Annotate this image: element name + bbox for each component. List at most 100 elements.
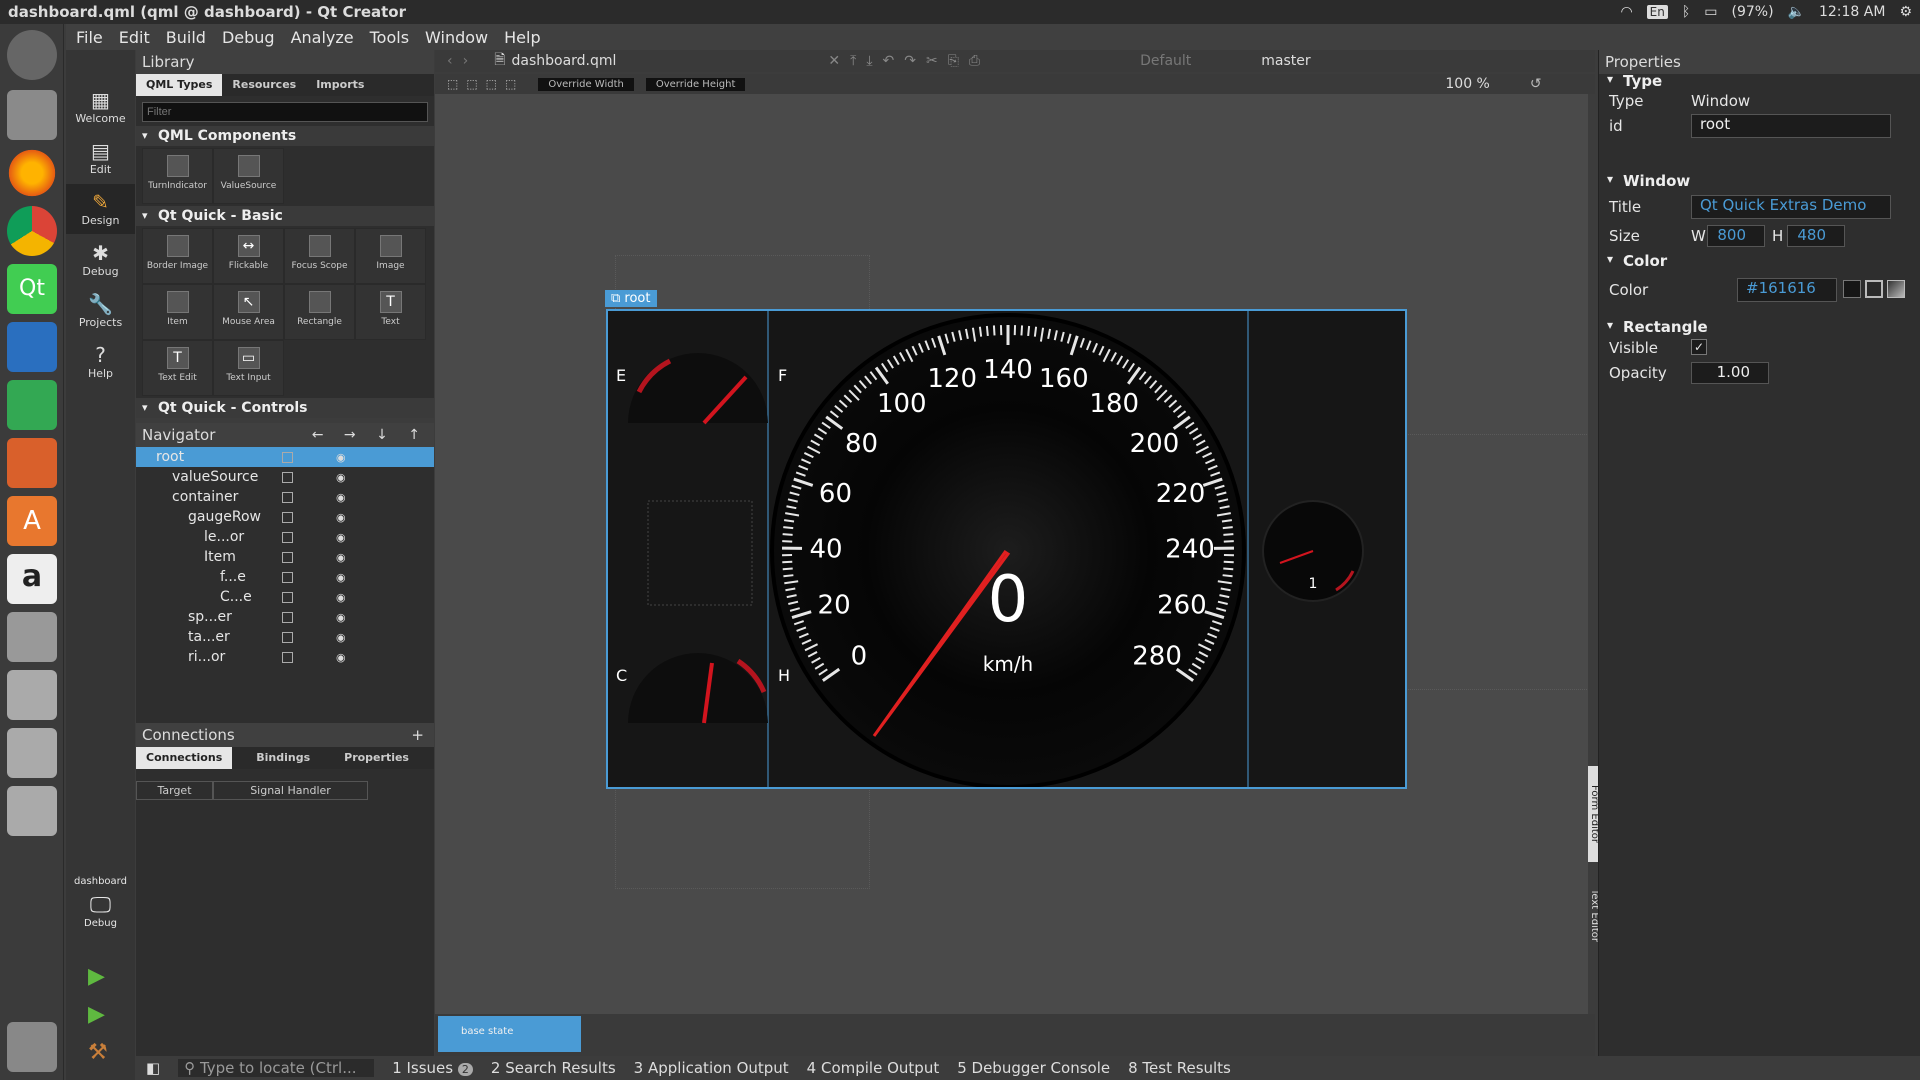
navigator-node[interactable]: ri...or ◉	[136, 647, 434, 667]
mode-edit[interactable]: ▤ Edit	[66, 133, 135, 183]
mode-welcome[interactable]: ▦ Welcome	[66, 82, 135, 132]
export-checkbox[interactable]	[282, 571, 293, 583]
visibility-eye-icon[interactable]: ◉	[336, 631, 346, 644]
export-checkbox[interactable]	[282, 491, 293, 503]
mode-projects[interactable]: 🔧 Projects	[66, 286, 135, 336]
menu-help[interactable]: Help	[504, 28, 540, 47]
solid-color-icon[interactable]	[1865, 280, 1883, 298]
pane-test-results[interactable]: 8 Test Results	[1128, 1059, 1231, 1077]
export-checkbox[interactable]	[282, 511, 293, 523]
navigator-node[interactable]: le...or ◉	[136, 527, 434, 547]
export-checkbox[interactable]	[282, 591, 293, 603]
branch-combo[interactable]: master	[1261, 53, 1310, 69]
export-checkbox[interactable]	[282, 611, 293, 623]
column-signal-handler[interactable]: Signal Handler	[213, 781, 368, 800]
section-qml-components[interactable]: QML Components	[136, 126, 434, 146]
mode-help[interactable]: ? Help	[66, 337, 135, 387]
width-spinbox[interactable]: 800	[1707, 225, 1765, 247]
library-item-rectangle[interactable]: Rectangle	[284, 284, 355, 340]
visible-checkbox[interactable]: ✓	[1691, 339, 1707, 355]
pane-search-results[interactable]: 2 Search Results	[491, 1059, 616, 1077]
title-field[interactable]: Qt Quick Extras Demo	[1691, 195, 1891, 219]
visibility-eye-icon[interactable]: ◉	[336, 491, 346, 504]
export-checkbox[interactable]	[282, 451, 293, 463]
form-tool-icons[interactable]: ⬚⬚⬚⬚	[447, 77, 524, 91]
library-item-text[interactable]: T Text	[355, 284, 426, 340]
reset-view-icon[interactable]: ↺	[1530, 76, 1542, 92]
drive-icon[interactable]	[7, 670, 57, 720]
library-item-focus-scope[interactable]: Focus Scope	[284, 228, 355, 284]
export-checkbox[interactable]	[282, 551, 293, 563]
tab-connections[interactable]: Connections	[136, 747, 233, 769]
base-state[interactable]: base state	[438, 1016, 581, 1052]
mode-design[interactable]: ✎ Design	[66, 184, 135, 234]
menu-edit[interactable]: Edit	[119, 28, 150, 47]
system-settings-icon[interactable]	[7, 612, 57, 662]
library-item-item[interactable]: Item	[142, 284, 213, 340]
library-item-turnindicator[interactable]: TurnIndicator	[142, 148, 213, 204]
qt-creator-icon[interactable]: Qt	[7, 264, 57, 314]
visibility-eye-icon[interactable]: ◉	[336, 651, 346, 664]
calc-icon[interactable]	[7, 380, 57, 430]
files-icon[interactable]	[7, 90, 57, 140]
toggle-sidebar-icon[interactable]: ◧	[146, 1059, 160, 1077]
visibility-eye-icon[interactable]: ◉	[336, 451, 346, 464]
selection-label[interactable]: ⧉ root	[605, 290, 657, 307]
menu-analyze[interactable]: Analyze	[291, 28, 354, 47]
root-window-preview[interactable]: E F C H 0 20 40 60 80 100 120 140 160 180 200 220 24…	[606, 309, 1407, 789]
section-qt-quick-basic[interactable]: Qt Quick - Basic	[136, 206, 434, 226]
clock[interactable]: 12:18 AM	[1819, 4, 1885, 20]
menu-build[interactable]: Build	[166, 28, 206, 47]
chrome-icon[interactable]	[7, 206, 57, 256]
state-combo[interactable]: Default	[1140, 53, 1191, 69]
section-color[interactable]: Color	[1599, 252, 1920, 272]
library-item-border-image[interactable]: Border Image	[142, 228, 213, 284]
library-item-text-input[interactable]: ▭ Text Input	[213, 340, 284, 396]
build-hammer-icon[interactable]: ⚒	[88, 1040, 108, 1065]
kit-selector[interactable]: dashboard 🖵 Debug	[66, 876, 135, 929]
override-width-field[interactable]: Override Width	[538, 77, 634, 91]
run-icon[interactable]: ▶	[88, 964, 105, 989]
section-window[interactable]: Window	[1599, 172, 1920, 192]
pane-debugger-console[interactable]: 5 Debugger Console	[957, 1059, 1110, 1077]
navigator-node[interactable]: valueSource ◉	[136, 467, 434, 487]
tab-imports[interactable]: Imports	[306, 74, 374, 96]
drive-icon[interactable]	[7, 786, 57, 836]
tab-resources[interactable]: Resources	[222, 74, 306, 96]
zoom-level[interactable]: 100 %	[1445, 76, 1489, 92]
amazon-icon[interactable]: a	[7, 554, 57, 604]
navigator-arrow-buttons[interactable]: ← → ↓ ↑	[312, 427, 428, 443]
pane-issues[interactable]: 1 Issues 2	[392, 1059, 473, 1077]
edit-actions[interactable]: ✕⤒⤓↶↷✂⎘⎙	[828, 53, 990, 69]
opacity-spinbox[interactable]: 1.00	[1691, 362, 1769, 384]
export-checkbox[interactable]	[282, 651, 293, 663]
battery-icon[interactable]: ▭	[1704, 4, 1717, 20]
library-filter-input[interactable]	[142, 102, 428, 122]
navigator-node[interactable]: Item ◉	[136, 547, 434, 567]
debug-run-icon[interactable]: ▶	[88, 1002, 105, 1027]
tab-bindings[interactable]: Bindings	[232, 747, 320, 769]
section-qt-quick-controls[interactable]: Qt Quick - Controls	[136, 398, 434, 418]
id-field[interactable]: root	[1691, 114, 1891, 138]
navigator-node[interactable]: ta...er ◉	[136, 627, 434, 647]
visibility-eye-icon[interactable]: ◉	[336, 511, 346, 524]
firefox-icon[interactable]	[7, 148, 57, 198]
gradient-icon[interactable]	[1887, 280, 1905, 298]
visibility-eye-icon[interactable]: ◉	[336, 471, 346, 484]
height-spinbox[interactable]: 480	[1787, 225, 1845, 247]
locator-input[interactable]: ⚲ Type to locate (Ctrl...	[178, 1059, 375, 1077]
trash-icon[interactable]	[7, 1022, 57, 1072]
wifi-icon[interactable]: ◠	[1620, 4, 1632, 20]
section-rectangle[interactable]: Rectangle	[1599, 318, 1920, 338]
menu-window[interactable]: Window	[425, 28, 488, 47]
add-connection-icon[interactable]: +	[411, 726, 424, 744]
writer-icon[interactable]	[7, 322, 57, 372]
menu-debug[interactable]: Debug	[222, 28, 275, 47]
library-item-valuesource[interactable]: ValueSource	[213, 148, 284, 204]
navigator-node[interactable]: root ◉	[136, 447, 434, 467]
tab-properties[interactable]: Properties	[320, 747, 419, 769]
pane-compile-output[interactable]: 4 Compile Output	[807, 1059, 940, 1077]
section-type[interactable]: Type	[1599, 72, 1920, 92]
tab-qml-types[interactable]: QML Types	[136, 74, 223, 96]
library-item-text-edit[interactable]: T Text Edit	[142, 340, 213, 396]
